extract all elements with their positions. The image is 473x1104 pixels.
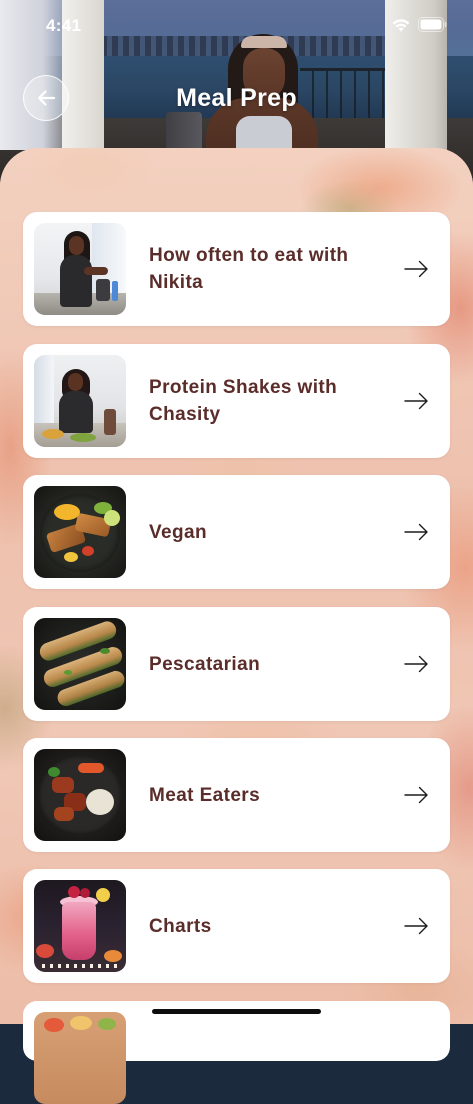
item-title: Meat Eaters — [149, 784, 261, 806]
list-item-vegan[interactable]: Vegan — [23, 475, 450, 589]
list-item-protein-shakes[interactable]: Protein Shakes with Chasity — [23, 344, 450, 458]
item-title: How often to eat with Nikita — [149, 245, 349, 293]
arrow-right-icon — [404, 655, 428, 673]
list-item-meat-eaters[interactable]: Meat Eaters — [23, 738, 450, 852]
arrow-right-icon — [404, 917, 428, 935]
item-title: Protein Shakes with Chasity — [149, 377, 338, 425]
item-thumbnail — [34, 486, 126, 578]
item-title: Vegan — [149, 521, 207, 543]
wifi-icon — [392, 19, 410, 32]
home-indicator[interactable] — [152, 1009, 321, 1014]
item-thumbnail — [34, 880, 126, 972]
arrow-right-icon — [404, 786, 428, 804]
battery-icon — [418, 17, 447, 32]
item-title: Charts — [149, 915, 212, 937]
item-thumbnail — [34, 223, 126, 315]
item-thumbnail — [34, 618, 126, 710]
arrow-right-icon — [404, 523, 428, 541]
item-thumbnail — [34, 749, 126, 841]
blender — [166, 112, 202, 152]
item-title: Pescatarian — [149, 653, 261, 675]
item-thumbnail — [34, 355, 126, 447]
item-thumbnail — [34, 1012, 126, 1104]
list-item-pescatarian[interactable]: Pescatarian — [23, 607, 450, 721]
arrow-right-icon — [404, 260, 428, 278]
page-title: Meal Prep — [176, 84, 297, 112]
status-time: 4:41 — [46, 16, 82, 35]
arrow-right-icon — [404, 392, 428, 410]
status-bar: 4:41 — [0, 0, 473, 50]
list-item-eating-frequency[interactable]: How often to eat with Nikita — [23, 212, 450, 326]
list-item-charts[interactable]: Charts — [23, 869, 450, 983]
